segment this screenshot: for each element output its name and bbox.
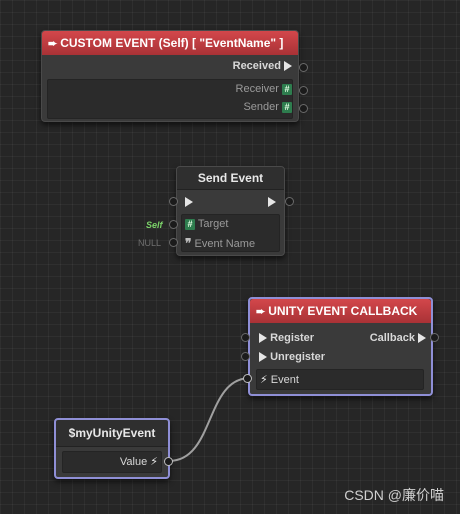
object-type-icon: # bbox=[282, 83, 292, 95]
register-label: Register bbox=[270, 332, 315, 344]
flow-in-icon bbox=[259, 333, 267, 344]
flow-output-port[interactable] bbox=[285, 197, 294, 206]
register-input-port[interactable] bbox=[241, 333, 250, 342]
custom-event-title: CUSTOM EVENT (Self) [ "EventName" ] bbox=[60, 36, 284, 50]
received-label: Received bbox=[232, 60, 281, 72]
target-port-row[interactable]: # Target bbox=[185, 218, 228, 230]
event-name-input-port[interactable] bbox=[169, 238, 178, 247]
target-input-port[interactable] bbox=[169, 220, 178, 229]
event-input-port[interactable] bbox=[243, 374, 252, 383]
custom-event-node[interactable]: ➨ CUSTOM EVENT (Self) [ "EventName" ] Rec… bbox=[41, 30, 299, 122]
unregister-input-port[interactable] bbox=[241, 352, 250, 361]
unity-event-callback-title: UNITY EVENT CALLBACK bbox=[268, 304, 418, 318]
callback-label: Callback bbox=[369, 332, 415, 344]
event-name-default-value: NULL bbox=[138, 238, 162, 248]
flow-in-row[interactable] bbox=[185, 196, 193, 208]
my-unity-event-title[interactable]: $myUnityEvent bbox=[56, 420, 168, 447]
callback-port-row[interactable]: Callback bbox=[370, 332, 426, 344]
sender-port-row[interactable]: Sender # bbox=[243, 101, 292, 113]
register-port-row[interactable]: Register bbox=[259, 332, 314, 344]
unity-event-callback-node[interactable]: ➨ UNITY EVENT CALLBACK Register Callback … bbox=[248, 297, 433, 396]
flow-in-icon bbox=[185, 197, 193, 208]
event-name-port-row[interactable]: ❞ Event Name bbox=[185, 236, 255, 250]
custom-event-header[interactable]: ➨ CUSTOM EVENT (Self) [ "EventName" ] bbox=[42, 31, 298, 55]
receiver-port-row[interactable]: Receiver # bbox=[236, 83, 292, 95]
unregister-label: Unregister bbox=[270, 351, 326, 363]
event-arrow-icon: ➨ bbox=[48, 38, 58, 50]
flow-out-icon bbox=[268, 197, 276, 208]
receiver-label: Receiver bbox=[235, 83, 279, 95]
callback-output-port[interactable] bbox=[430, 333, 439, 342]
received-port-row[interactable]: Received bbox=[233, 60, 292, 72]
string-type-icon: ❞ bbox=[185, 236, 192, 250]
target-default-value: Self bbox=[146, 220, 163, 230]
lightning-icon: ⚡︎ bbox=[260, 374, 268, 386]
object-type-icon: # bbox=[282, 101, 292, 113]
target-label: Target bbox=[197, 218, 229, 230]
lightning-icon: ⚡︎ bbox=[150, 456, 158, 468]
send-event-title[interactable]: Send Event bbox=[177, 167, 284, 190]
flow-out-icon bbox=[418, 333, 426, 344]
received-output-port[interactable] bbox=[299, 63, 308, 72]
receiver-output-port[interactable] bbox=[299, 86, 308, 95]
my-unity-event-node[interactable]: $myUnityEvent Value ⚡︎ bbox=[54, 418, 170, 479]
watermark: CSDN @廉价喵 bbox=[344, 487, 444, 503]
value-port-row[interactable]: Value ⚡︎ bbox=[120, 455, 158, 468]
value-label: Value bbox=[119, 456, 148, 468]
unity-event-callback-header[interactable]: ➨ UNITY EVENT CALLBACK bbox=[250, 299, 431, 323]
object-type-icon: # bbox=[185, 218, 195, 230]
event-label: Event bbox=[270, 374, 299, 386]
send-event-node[interactable]: Send Event # Target ❞ Event Name bbox=[176, 166, 285, 256]
sender-label: Sender bbox=[243, 101, 279, 113]
flow-out-row[interactable] bbox=[268, 196, 276, 208]
event-name-label: Event Name bbox=[194, 238, 256, 250]
flow-in-icon bbox=[259, 352, 267, 363]
sender-output-port[interactable] bbox=[299, 104, 308, 113]
event-arrow-icon: ➨ bbox=[256, 306, 266, 318]
flow-input-port[interactable] bbox=[169, 197, 178, 206]
flow-out-icon bbox=[284, 61, 292, 72]
value-output-port[interactable] bbox=[164, 457, 173, 466]
event-port-row[interactable]: ⚡︎ Event bbox=[260, 373, 299, 386]
unregister-port-row[interactable]: Unregister bbox=[259, 351, 325, 363]
